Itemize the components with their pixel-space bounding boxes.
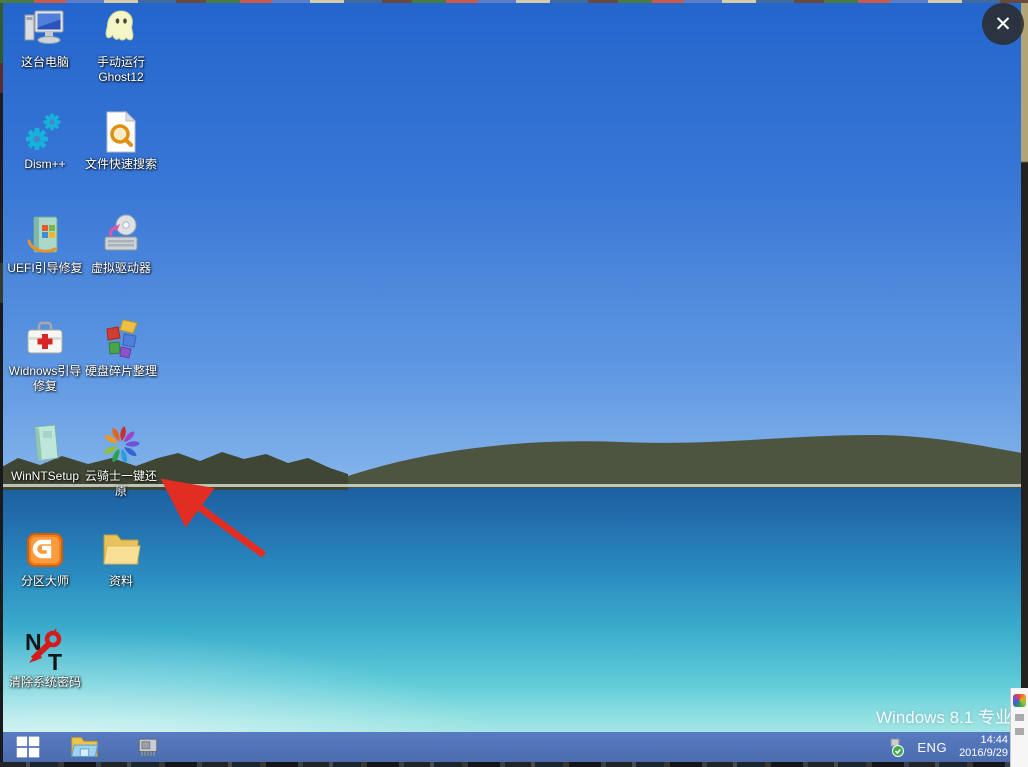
document-search-icon: [98, 110, 144, 154]
desktop-icon-dism[interactable]: Dism++: [2, 110, 88, 172]
language-indicator[interactable]: ENG: [917, 740, 947, 755]
icon-label: 手动运行 Ghost12: [82, 55, 160, 85]
desktop-icon-partition-master[interactable]: 分区大师: [2, 527, 88, 589]
close-icon: ✕: [994, 12, 1012, 37]
uefi-book-icon: [22, 214, 68, 258]
windows-logo-icon: [15, 734, 41, 760]
cut-off-side-panel: [1010, 688, 1028, 767]
desktop-icon-clear-password[interactable]: N T 清除系统密码: [2, 628, 88, 690]
system-tray: ENG 14:44 2016/9/29: [885, 732, 1008, 762]
taskbar: ENG 14:44 2016/9/29: [0, 732, 1028, 762]
filmstrip-top-edge: [0, 0, 1028, 3]
desktop-icon-ghost[interactable]: 手动运行 Ghost12: [78, 8, 164, 85]
desktop-icon-file-search[interactable]: 文件快速搜索: [78, 110, 164, 172]
gears-icon: [22, 110, 68, 154]
desktop-screen: 这台电脑 手动运行 Ghost12: [0, 0, 1028, 767]
memory-chip-icon: [134, 733, 162, 761]
icon-label: 硬盘碎片整理: [85, 364, 157, 379]
filmstrip-bottom-edge: [0, 762, 1028, 767]
icon-label: 虚拟驱动器: [91, 261, 151, 276]
virtual-drive-icon: [98, 214, 144, 258]
defrag-blocks-icon: [98, 317, 144, 361]
svg-text:T: T: [48, 649, 62, 672]
software-box-icon: [22, 422, 68, 466]
desktop-icon-virtual-drive[interactable]: 虚拟驱动器: [78, 214, 164, 276]
diskgenius-icon: [22, 527, 68, 571]
ghost-icon: [98, 8, 144, 52]
yunqishi-mini-logo-icon: [1013, 694, 1026, 707]
folder-icon: [98, 527, 144, 571]
icon-label: WinNTSetup: [11, 469, 79, 484]
pinwheel-logo-icon: [98, 422, 144, 466]
icon-label: UEFI引导修复: [7, 261, 82, 276]
start-button[interactable]: [11, 733, 45, 761]
icon-label: 清除系统密码: [9, 675, 81, 690]
icon-label: Widnows引导修复: [6, 364, 84, 394]
filmstrip-right-edge: [1021, 3, 1028, 688]
icon-label: 这台电脑: [21, 55, 69, 70]
cut-off-text-fragment: [1015, 728, 1024, 735]
desktop-icon-winntsetup[interactable]: WinNTSetup: [2, 422, 88, 484]
icon-label: Dism++: [24, 157, 65, 172]
icon-label: 分区大师: [21, 574, 69, 589]
memory-chip-button[interactable]: [131, 733, 165, 761]
clock[interactable]: 14:44 2016/9/29: [959, 734, 1008, 760]
desktop-icon-yunqishi[interactable]: 云骑士一键还原: [78, 422, 164, 499]
windows-watermark: Windows 8.1 专业版: [876, 703, 1010, 727]
clock-date: 2016/9/29: [959, 747, 1008, 760]
desktop-icon-this-pc[interactable]: 这台电脑: [2, 8, 88, 70]
cut-off-text-fragment: [1015, 714, 1024, 721]
computer-icon: [22, 8, 68, 52]
icon-label: 文件快速搜索: [85, 157, 157, 172]
desktop-icon-uefi-fix[interactable]: UEFI引导修复: [2, 214, 88, 276]
first-aid-kit-icon: [22, 317, 68, 361]
desktop-icon-data-folder[interactable]: 资料: [78, 527, 164, 589]
desktop-icon-windows-boot-fix[interactable]: Widnows引导修复: [2, 317, 88, 394]
filmstrip-left-edge: [0, 3, 3, 762]
icon-label: 云骑士一键还原: [82, 469, 160, 499]
icon-label: 资料: [109, 574, 133, 589]
file-explorer-button[interactable]: [67, 733, 101, 761]
clock-time: 14:44: [959, 734, 1008, 747]
nt-key-icon: N T: [22, 628, 68, 672]
folder-explorer-icon: [69, 732, 99, 762]
safely-remove-hardware-icon[interactable]: [885, 737, 905, 757]
close-button[interactable]: ✕: [982, 3, 1024, 45]
desktop-icon-defrag[interactable]: 硬盘碎片整理: [78, 317, 164, 379]
